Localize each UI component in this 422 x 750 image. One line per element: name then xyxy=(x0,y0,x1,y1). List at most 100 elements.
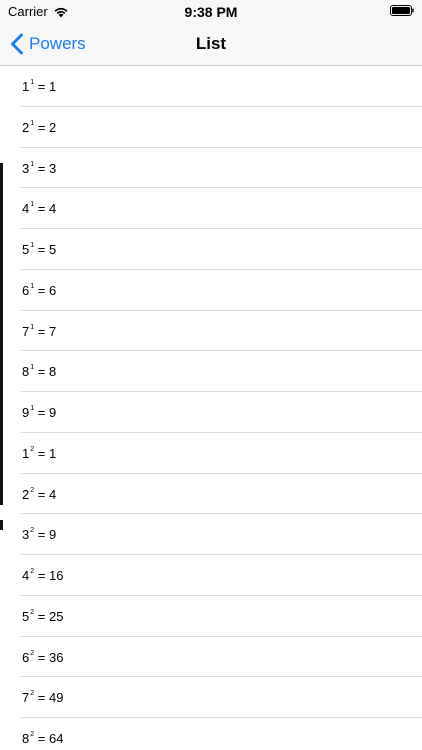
scroll-indicator xyxy=(0,163,3,505)
list-item[interactable]: 52 = 25 xyxy=(0,596,422,637)
exponent-value: 2 xyxy=(30,649,35,657)
equals-sign: = xyxy=(34,242,49,257)
exponent-value: 2 xyxy=(30,608,35,616)
result-value: 3 xyxy=(48,160,57,176)
result-value: 7 xyxy=(48,323,57,339)
power-expression: 32 = 9 xyxy=(22,514,56,559)
equals-sign: = xyxy=(34,445,49,461)
base-value: 9 xyxy=(22,405,30,420)
exponent-value: 2 xyxy=(30,568,35,575)
result-value: 6 xyxy=(48,282,57,298)
base-value: 6 xyxy=(22,649,30,665)
list-item[interactable]: 12 = 1 xyxy=(0,433,422,474)
power-expression: 31 = 3 xyxy=(22,148,56,193)
base-value: 4 xyxy=(22,201,30,217)
result-value: 5 xyxy=(48,242,57,257)
base-value: 3 xyxy=(22,527,30,543)
list-item[interactable]: 11 = 1 xyxy=(0,66,422,107)
power-expression: 11 = 1 xyxy=(22,66,56,111)
power-expression: 12 = 1 xyxy=(22,433,56,478)
list-item[interactable]: 31 = 3 xyxy=(0,148,422,189)
exponent-value: 1 xyxy=(30,119,35,127)
status-bar: Carrier 9:38 PM xyxy=(0,0,422,22)
equals-sign: = xyxy=(34,690,49,706)
base-value: 1 xyxy=(22,445,30,461)
base-value: 8 xyxy=(22,731,30,746)
page-title: List xyxy=(195,34,227,53)
result-value: 2 xyxy=(48,119,57,135)
power-expression: 52 = 25 xyxy=(22,596,63,641)
exponent-value: 1 xyxy=(30,79,35,86)
equals-sign: = xyxy=(34,79,49,94)
list-item[interactable]: 82 = 64 xyxy=(0,718,422,750)
exponent-value: 2 xyxy=(30,445,35,453)
result-value: 16 xyxy=(48,568,64,583)
base-value: 7 xyxy=(22,323,30,339)
result-value: 64 xyxy=(48,731,64,746)
equals-sign: = xyxy=(34,731,49,746)
exponent-value: 1 xyxy=(30,405,35,412)
power-expression: 81 = 8 xyxy=(22,351,56,396)
base-value: 6 xyxy=(22,282,30,298)
equals-sign: = xyxy=(34,201,49,217)
result-value: 1 xyxy=(48,445,57,461)
base-value: 3 xyxy=(22,160,30,176)
result-value: 36 xyxy=(48,649,64,665)
equals-sign: = xyxy=(34,486,49,502)
status-time: 9:38 PM xyxy=(184,4,238,20)
base-value: 1 xyxy=(22,79,30,94)
exponent-value: 1 xyxy=(30,364,35,372)
list-item[interactable]: 42 = 16 xyxy=(0,555,422,596)
base-value: 7 xyxy=(22,690,30,706)
exponent-value: 1 xyxy=(30,201,35,209)
power-expression: 41 = 4 xyxy=(22,188,56,233)
equals-sign: = xyxy=(34,119,49,135)
navigation-bar: Powers List xyxy=(0,22,422,66)
power-expression: 82 = 64 xyxy=(22,718,63,750)
equals-sign: = xyxy=(34,364,49,380)
list-item[interactable]: 22 = 4 xyxy=(0,474,422,515)
list-item[interactable]: 71 = 7 xyxy=(0,311,422,352)
equals-sign: = xyxy=(34,649,49,665)
base-value: 5 xyxy=(22,242,30,257)
base-value: 2 xyxy=(22,486,30,502)
powers-list[interactable]: 11 = 1 21 = 2 31 = 3 41 = 4 51 = 5 61 = 6 71 =… xyxy=(0,66,422,750)
power-expression: 62 = 36 xyxy=(22,637,63,682)
power-expression: 22 = 4 xyxy=(22,474,56,519)
base-value: 8 xyxy=(22,364,30,380)
list-item[interactable]: 32 = 9 xyxy=(0,514,422,555)
equals-sign: = xyxy=(34,405,49,420)
list-item[interactable]: 41 = 4 xyxy=(0,188,422,229)
base-value: 4 xyxy=(22,568,30,583)
list-item[interactable]: 62 = 36 xyxy=(0,637,422,678)
base-value: 5 xyxy=(22,608,30,624)
power-expression: 21 = 2 xyxy=(22,107,56,152)
equals-sign: = xyxy=(34,527,49,543)
power-expression: 42 = 16 xyxy=(22,555,63,600)
list-item[interactable]: 91 = 9 xyxy=(0,392,422,433)
list-item[interactable]: 21 = 2 xyxy=(0,107,422,148)
result-value: 49 xyxy=(48,690,64,706)
exponent-value: 1 xyxy=(30,242,35,249)
exponent-value: 1 xyxy=(30,160,35,168)
power-expression: 61 = 6 xyxy=(22,270,56,315)
base-value: 2 xyxy=(22,119,30,135)
list-item[interactable]: 81 = 8 xyxy=(0,351,422,392)
list-item[interactable]: 51 = 5 xyxy=(0,229,422,270)
list-item[interactable]: 72 = 49 xyxy=(0,677,422,718)
exponent-value: 2 xyxy=(30,731,35,738)
equals-sign: = xyxy=(34,608,49,624)
power-expression: 51 = 5 xyxy=(22,229,56,274)
equals-sign: = xyxy=(34,282,49,298)
power-expression: 71 = 7 xyxy=(22,311,56,356)
exponent-value: 1 xyxy=(30,323,35,331)
result-value: 4 xyxy=(48,201,57,217)
exponent-value: 2 xyxy=(30,486,35,494)
result-value: 1 xyxy=(48,79,57,94)
battery-icon xyxy=(390,5,414,16)
list-item[interactable]: 61 = 6 xyxy=(0,270,422,311)
power-expression: 91 = 9 xyxy=(22,392,56,437)
exponent-value: 2 xyxy=(30,690,35,698)
scroll-indicator-segment xyxy=(0,520,3,530)
result-value: 25 xyxy=(48,608,64,624)
